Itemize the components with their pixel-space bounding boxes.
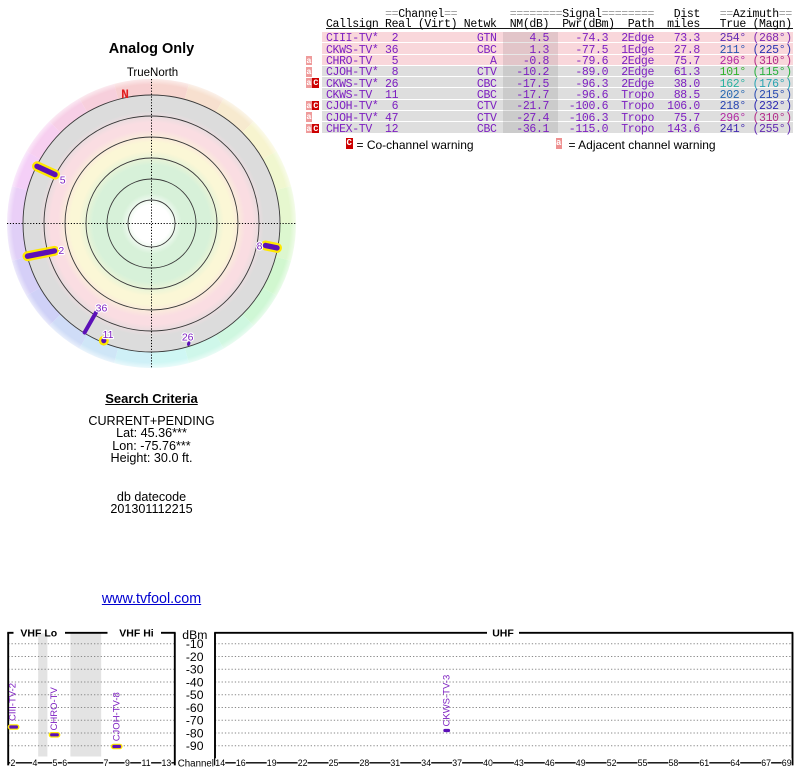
svg-text:dBm: dBm — [182, 628, 207, 642]
svg-text:69: 69 — [782, 758, 792, 768]
svg-text:UHF: UHF — [492, 627, 514, 639]
svg-text:16: 16 — [236, 758, 246, 768]
svg-text:31: 31 — [390, 758, 400, 768]
svg-text:49: 49 — [576, 758, 586, 768]
svg-text:7: 7 — [104, 758, 109, 768]
svg-text:40: 40 — [483, 758, 493, 768]
svg-text:36: 36 — [96, 303, 108, 315]
svg-text:N: N — [121, 87, 129, 102]
svg-text:58: 58 — [669, 758, 679, 768]
svg-text:26: 26 — [182, 331, 194, 343]
svg-text:2: 2 — [58, 245, 64, 257]
svg-text:-90: -90 — [186, 739, 204, 753]
svg-text:CIII-TV-2: CIII-TV-2 — [8, 683, 19, 721]
svg-text:19: 19 — [267, 758, 277, 768]
svg-text:55: 55 — [638, 758, 648, 768]
svg-text:46: 46 — [545, 758, 555, 768]
svg-text:52: 52 — [607, 758, 617, 768]
svg-text:14: 14 — [215, 758, 225, 768]
svg-text:67: 67 — [761, 758, 771, 768]
svg-text:37: 37 — [452, 758, 462, 768]
svg-text:Channel: Channel — [178, 758, 214, 768]
svg-text:VHF Hi: VHF Hi — [119, 627, 154, 639]
svg-text:2: 2 — [11, 758, 16, 768]
svg-text:9: 9 — [125, 758, 130, 768]
svg-text:6: 6 — [62, 758, 67, 768]
svg-text:28: 28 — [360, 758, 370, 768]
svg-text:13: 13 — [162, 758, 172, 768]
svg-text:34: 34 — [421, 758, 431, 768]
svg-text:CHRO-TV: CHRO-TV — [49, 687, 60, 731]
svg-text:64: 64 — [730, 758, 740, 768]
svg-text:8: 8 — [257, 241, 263, 253]
svg-text:VHF Lo: VHF Lo — [20, 627, 57, 639]
svg-text:11: 11 — [103, 329, 114, 341]
svg-text:CKWS-TV-3: CKWS-TV-3 — [441, 675, 452, 727]
svg-text:61: 61 — [699, 758, 709, 768]
svg-text:11: 11 — [142, 758, 151, 768]
svg-text:25: 25 — [329, 758, 339, 768]
svg-text:4: 4 — [32, 758, 37, 768]
svg-text:CJOH-TV-8: CJOH-TV-8 — [111, 692, 122, 741]
svg-text:22: 22 — [298, 758, 308, 768]
svg-text:5: 5 — [53, 758, 58, 768]
svg-text:5: 5 — [60, 174, 66, 186]
svg-text:43: 43 — [514, 758, 524, 768]
